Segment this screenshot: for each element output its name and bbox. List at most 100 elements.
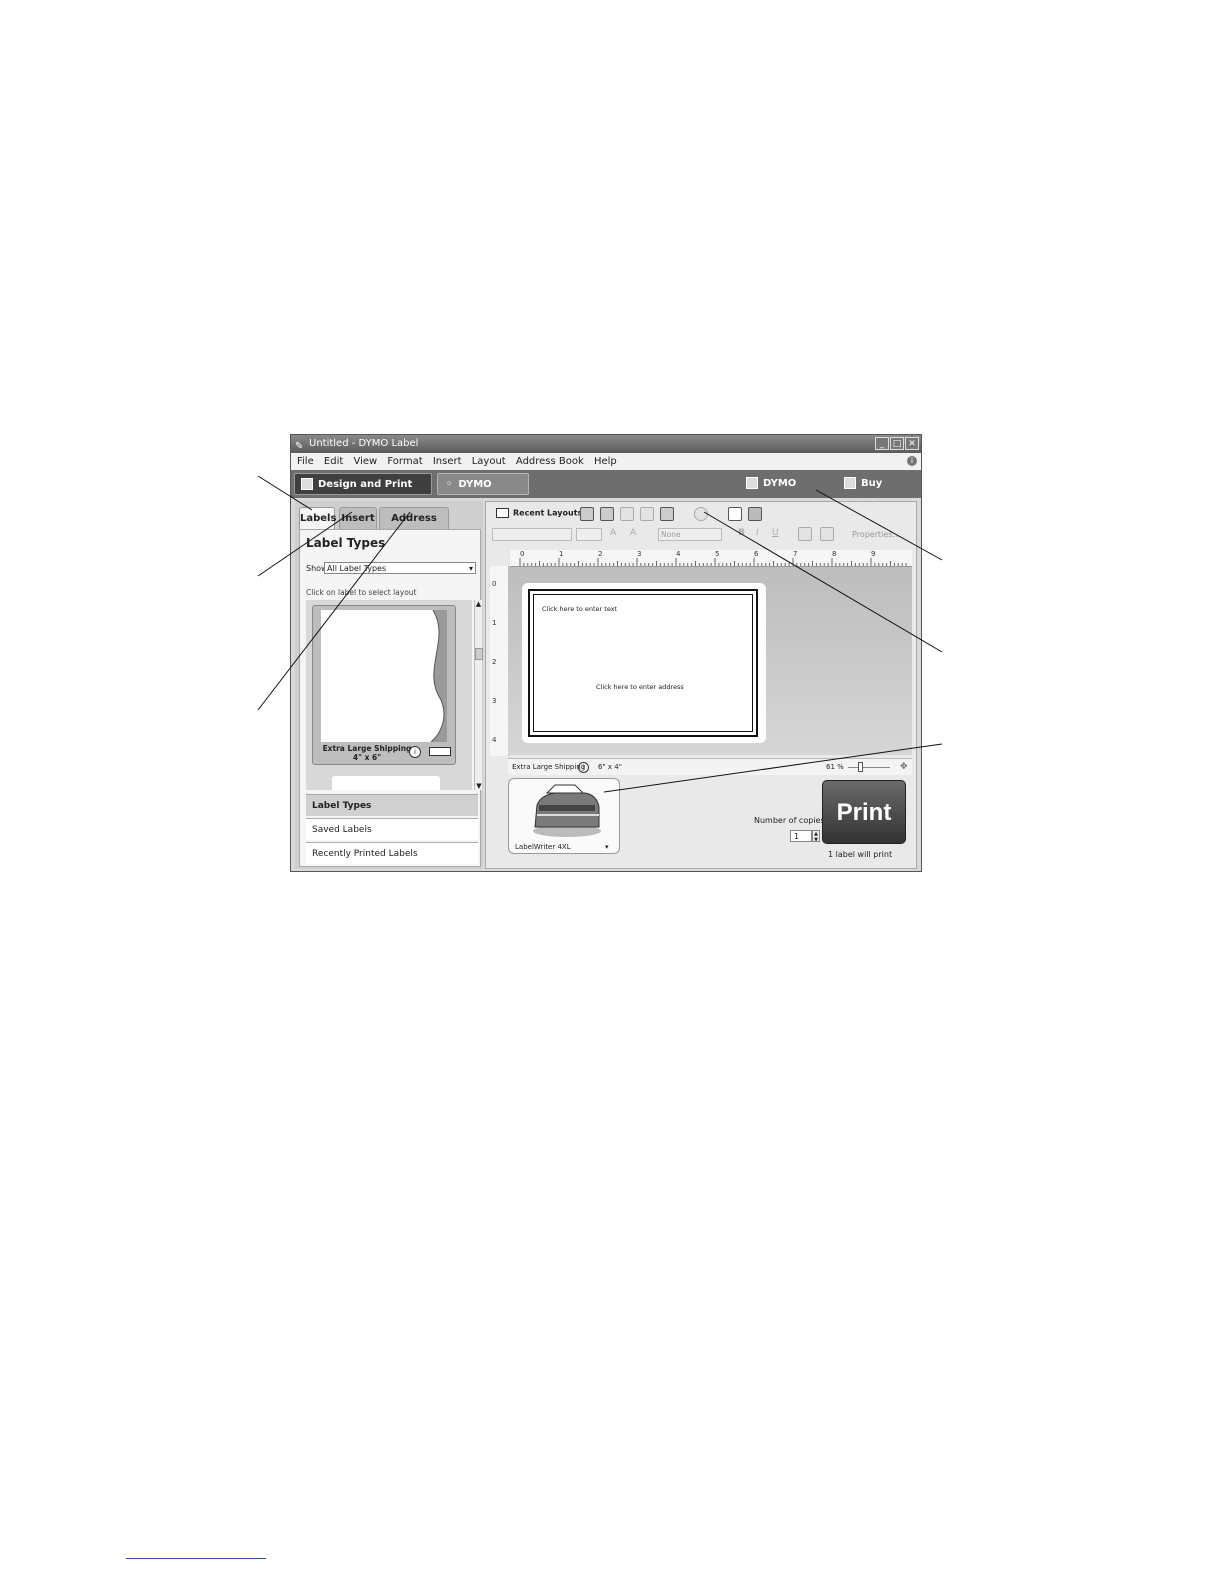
tab-address-book[interactable]: Address Book	[379, 507, 449, 546]
vertical-text-icon[interactable]	[748, 507, 762, 521]
label-type-filter-select[interactable]: All Label Types ▾	[324, 562, 476, 574]
zoom-slider-thumb[interactable]	[858, 762, 863, 772]
label-type-list: Extra Large Shipping 4" x 6" i	[306, 600, 472, 790]
menu-file[interactable]: File	[297, 456, 314, 467]
ruler-h-3: 3	[637, 550, 642, 558]
scroll-up-icon[interactable]: ▲	[475, 600, 482, 608]
zoom-level: 61 %	[826, 763, 844, 771]
horizontal-text-icon[interactable]	[728, 507, 742, 521]
ruler-v-0: 0	[492, 580, 497, 588]
maximize-button[interactable]: □	[890, 437, 904, 450]
buy-labels-button[interactable]: Buy Labels	[844, 473, 919, 511]
text-object[interactable]: Click here to enter text	[542, 605, 617, 613]
font-size-select[interactable]	[576, 528, 602, 541]
align-left-icon[interactable]	[798, 527, 812, 541]
labels-tab-body: Label Types Show All Label Types ▾ Click…	[299, 529, 483, 867]
stamp-icon	[746, 477, 758, 489]
ruler-v-1: 1	[492, 619, 497, 627]
tab-labels[interactable]: Labels	[299, 507, 336, 531]
shrink-font-icon[interactable]: A	[630, 528, 636, 538]
label-types-heading: Label Types	[306, 536, 386, 550]
border-style-select[interactable]: None	[658, 528, 722, 541]
label-type-card[interactable]: Extra Large Shipping 4" x 6" i	[312, 605, 456, 765]
label-border-inner	[533, 594, 753, 732]
accordion-saved-labels[interactable]: Saved Labels	[306, 818, 478, 840]
ruler-ticks	[519, 558, 907, 566]
filter-value: All Label Types	[327, 564, 387, 573]
dymo-online-button[interactable]: ◦DYMO Online	[437, 473, 529, 512]
label-design-icon	[301, 478, 313, 490]
accordion-label-types[interactable]: Label Types	[306, 794, 478, 816]
nav-bar: Design and Print Labels ◦DYMO Online DYM…	[291, 470, 921, 512]
copies-stepper[interactable]: ▲ ▼	[812, 830, 820, 843]
address-object[interactable]: Click here to enter address	[596, 683, 684, 691]
chevron-down-icon: ▾	[468, 564, 473, 573]
ruler-v-2: 2	[492, 658, 497, 666]
chevron-down-icon[interactable]: ▾	[605, 843, 609, 851]
dymo-stamps-button[interactable]: DYMO Stamps	[746, 473, 838, 511]
label-type-card-partial[interactable]	[332, 776, 440, 790]
label-type-size: 4" x 6"	[352, 753, 382, 762]
menu-edit[interactable]: Edit	[324, 456, 343, 467]
minimize-button[interactable]: _	[875, 437, 889, 450]
close-button[interactable]: ✕	[905, 437, 919, 450]
help-info-icon[interactable]: i	[907, 456, 917, 466]
ruler-h-4: 4	[676, 550, 681, 558]
zoom-fit-icon[interactable]: ✥	[900, 759, 908, 775]
label-canvas: Click here to enter text Click here to e…	[508, 567, 912, 755]
bold-button[interactable]: B	[738, 528, 745, 538]
label-preview	[321, 610, 447, 742]
label-paper: Click here to enter text Click here to e…	[522, 583, 766, 743]
zoom-slider-track[interactable]	[848, 767, 890, 768]
ruler-h-9: 9	[871, 550, 876, 558]
vertical-ruler: 0 1 2 3 4	[490, 566, 509, 756]
printer-selector[interactable]: LabelWriter 4XL ▾	[508, 778, 620, 854]
print-icon[interactable]	[600, 507, 614, 521]
print-count-note: 1 label will print	[828, 850, 893, 859]
accordion-recently-printed[interactable]: Recently Printed Labels	[306, 842, 478, 864]
ruler-h-0: 0	[520, 550, 525, 558]
ruler-v-3: 3	[492, 697, 497, 705]
align-right-icon[interactable]	[820, 527, 834, 541]
copies-input[interactable]: 1	[790, 830, 812, 842]
left-panel: Labels Insert Address Book Label Types S…	[295, 501, 483, 869]
status-label-size: 6" x 4"	[598, 763, 622, 771]
menu-help[interactable]: Help	[594, 456, 617, 467]
print-button[interactable]: Print	[822, 780, 906, 844]
menu-insert[interactable]: Insert	[433, 456, 462, 467]
list-scrollbar[interactable]: ▲ ▼	[474, 600, 483, 790]
font-family-select[interactable]	[492, 528, 572, 541]
online-globe-icon: ◦	[446, 479, 453, 490]
menu-address-book[interactable]: Address Book	[516, 456, 584, 467]
printer-icon	[533, 784, 601, 837]
insert-image-icon[interactable]	[660, 507, 674, 521]
properties-button[interactable]: Properties...	[852, 530, 900, 539]
scroll-thumb[interactable]	[475, 648, 483, 660]
menu-format[interactable]: Format	[387, 456, 422, 467]
ruler-h-2: 2	[598, 550, 603, 558]
zoom-icon[interactable]	[694, 507, 708, 521]
recent-layouts-icon	[496, 508, 509, 518]
italic-button[interactable]: I	[756, 528, 759, 538]
ruler-h-5: 5	[715, 550, 720, 558]
undo-icon[interactable]	[640, 507, 654, 521]
paste-icon[interactable]	[620, 507, 634, 521]
scroll-down-icon[interactable]: ▼	[475, 782, 483, 790]
recent-layouts-button[interactable]: Recent Layouts	[496, 508, 582, 518]
save-icon[interactable]	[580, 507, 594, 521]
ruler-h-1: 1	[559, 550, 564, 558]
status-info-icon[interactable]: i	[578, 762, 589, 773]
label-curl-graphic	[430, 610, 447, 742]
select-layout-hint: Click on label to select layout	[306, 588, 417, 597]
menu-bar: File Edit View Format Insert Layout Addr…	[291, 453, 921, 470]
window-title: Untitled - DYMO Label	[309, 438, 419, 449]
menu-layout[interactable]: Layout	[472, 456, 506, 467]
design-print-labels-button[interactable]: Design and Print Labels	[294, 473, 432, 512]
info-icon[interactable]: i	[409, 746, 421, 758]
tab-insert[interactable]: Insert	[339, 507, 377, 529]
ruler-h-7: 7	[793, 550, 798, 558]
border-style-value: None	[661, 530, 681, 539]
underline-button[interactable]: U	[772, 528, 779, 538]
grow-font-icon[interactable]: A	[610, 528, 616, 538]
menu-view[interactable]: View	[353, 456, 377, 467]
